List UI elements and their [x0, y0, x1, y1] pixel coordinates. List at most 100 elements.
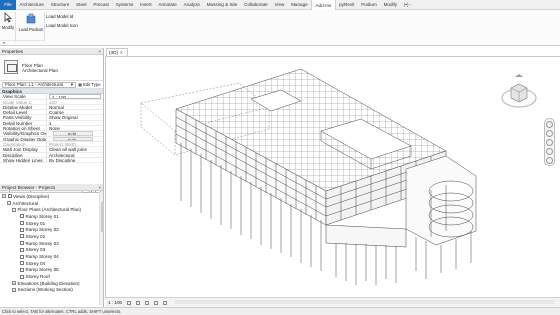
load-model-id-button[interactable]: Load Model Id — [46, 14, 78, 19]
view-tab-3d[interactable]: {3D} × — [106, 48, 128, 56]
ribbon-minimize-toggle[interactable]: (•) - — [401, 0, 415, 10]
browser-scrollbar[interactable] — [99, 192, 104, 305]
status-bar: Click to select, TAB for alternates, CTR… — [0, 307, 560, 315]
edit-type-button[interactable]: ▦ Edit Type — [78, 82, 101, 87]
load-podium-button[interactable]: Load Podium — [17, 13, 45, 41]
tab-modify[interactable]: Modify — [380, 0, 400, 10]
ribbon-tab-bar: File Architecture Structure Steel Precas… — [0, 0, 560, 11]
collapse-icon: − — [2, 194, 6, 199]
plan-view-icon — [20, 241, 24, 246]
plan-view-icon — [20, 267, 24, 272]
tree-item[interactable]: Storey 03 — [0, 247, 103, 254]
browser-tree: − Views (Discipline) − Architectural − Floo… — [0, 191, 103, 293]
navbar-options-icon[interactable] — [546, 157, 553, 164]
horizontal-scrollbar[interactable] — [175, 300, 555, 304]
collapse-icon: − — [7, 201, 11, 206]
type-subname: Architectural Plan — [22, 68, 59, 74]
tab-annotate[interactable]: Annotate — [155, 0, 180, 10]
close-icon[interactable]: × — [98, 49, 101, 54]
plan-view-icon — [20, 254, 24, 259]
plan-view-icon — [20, 234, 24, 239]
visual-style-icon[interactable] — [136, 300, 141, 305]
tab-massing-site[interactable]: Massing & Site — [203, 0, 240, 10]
modify-label: Modify — [1, 25, 15, 30]
tree-item[interactable]: Storey 04 — [0, 260, 103, 267]
vg-edit-button[interactable]: Edit... — [53, 131, 93, 136]
edit-type-icon: ▦ — [78, 82, 82, 87]
tree-item[interactable]: + Elevations (Building Elevation) — [0, 280, 103, 287]
tab-pyrevit[interactable]: pyRevit — [336, 0, 358, 10]
plan-view-icon — [20, 214, 24, 219]
pan-icon[interactable] — [546, 139, 553, 146]
viewport-3d[interactable] — [105, 56, 560, 297]
close-icon[interactable]: × — [98, 185, 101, 190]
navigation-bar — [544, 118, 555, 166]
panel-separator — [44, 13, 45, 41]
tree-item[interactable]: + Sections (Working Section) — [0, 287, 103, 294]
tree-item[interactable]: − Views (Discipline) — [0, 193, 103, 200]
viewcube-icon[interactable] — [499, 74, 539, 114]
tab-analyze[interactable]: Analyze — [180, 0, 203, 10]
properties-title: Properties — [2, 48, 23, 54]
tab-systems[interactable]: Systems — [112, 0, 136, 10]
crop-view-icon[interactable] — [163, 300, 168, 305]
expand-icon: + — [12, 287, 16, 292]
view-tab-label: {3D} — [109, 50, 118, 55]
instance-select[interactable]: Floor Plan: L1 - Architectural ▾ — [2, 81, 76, 88]
orbit-icon[interactable] — [546, 148, 553, 155]
view-scale-field[interactable]: 1 : 100 — [49, 94, 101, 99]
detail-level-icon[interactable] — [127, 300, 132, 305]
tab-architecture[interactable]: Architecture — [16, 0, 47, 10]
tab-manage[interactable]: Manage — [288, 0, 311, 10]
tree-item[interactable]: Storey Roof — [0, 273, 103, 280]
scrollbar-thumb[interactable] — [100, 202, 104, 232]
tab-collaborate[interactable]: Collaborate — [241, 0, 271, 10]
ribbon-panel: Modify Load Podium Load Model Id Load Mo… — [0, 10, 560, 46]
collapse-icon: − — [12, 207, 16, 212]
instance-value: Floor Plan: L1 - Architectural — [5, 82, 63, 87]
gdo-edit-button[interactable]: Edit... — [53, 136, 93, 141]
shadows-icon[interactable] — [154, 300, 159, 305]
tree-item[interactable]: Storey 01 — [0, 220, 103, 227]
tab-add-ins[interactable]: Add-Ins — [311, 0, 336, 11]
tab-structure[interactable]: Structure — [47, 0, 72, 10]
tree-item[interactable]: Ramp Storey 02 — [0, 226, 103, 233]
status-text: Click to select, TAB for alternates, CTR… — [2, 309, 122, 314]
podium-icon — [26, 13, 36, 24]
tree-item[interactable]: − Floor Plans (Architectural Plan) — [0, 206, 103, 213]
zoom-icon[interactable] — [546, 130, 553, 137]
project-browser-title: Project Browser - Project1 — [2, 184, 56, 190]
project-browser-header: Project Browser - Project1 × — [0, 184, 103, 191]
plan-view-icon — [20, 227, 24, 232]
tab-insert[interactable]: Insert — [137, 0, 155, 10]
file-tab[interactable]: File — [0, 0, 16, 10]
tree-item[interactable]: Ramp Storey 03 — [0, 240, 103, 247]
modify-button[interactable]: Modify — [1, 12, 16, 42]
properties-header: Properties × — [0, 48, 103, 55]
type-selector[interactable]: Floor Plan Architectural Plan — [0, 55, 103, 81]
steering-wheel-icon[interactable] — [546, 121, 553, 128]
view-scale-label[interactable]: 1 : 100 — [108, 300, 122, 305]
close-icon[interactable]: × — [120, 50, 123, 55]
project-browser: Project Browser - Project1 × − Views (Dis… — [0, 184, 104, 307]
sun-path-icon[interactable] — [145, 300, 150, 305]
floor-plan-icon — [4, 60, 18, 74]
plan-view-icon — [20, 247, 24, 252]
tree-item[interactable]: Ramp Storey 01 — [0, 213, 103, 220]
tab-precast[interactable]: Precast — [90, 0, 112, 10]
load-podium-label: Load Podium — [18, 27, 44, 32]
tree-item[interactable]: Storey 02 — [0, 233, 103, 240]
plan-view-icon — [20, 261, 24, 266]
tree-item[interactable]: Ramp Storey 05 — [0, 267, 103, 274]
property-row[interactable]: Show Hidden Lines By Discipline — [0, 157, 103, 164]
plan-view-icon — [20, 274, 24, 279]
views-icon — [7, 194, 12, 199]
tab-steel[interactable]: Steel — [73, 0, 90, 10]
tree-item[interactable]: Ramp Storey 04 — [0, 253, 103, 260]
tree-item[interactable]: − Architectural — [0, 200, 103, 207]
cursor-icon — [4, 12, 13, 23]
edit-type-label: Edit Type — [83, 82, 101, 87]
load-model-icon-button[interactable]: Load Model Icon — [46, 23, 78, 28]
tab-view[interactable]: View — [271, 0, 288, 10]
tab-podium[interactable]: Podium — [358, 0, 380, 10]
